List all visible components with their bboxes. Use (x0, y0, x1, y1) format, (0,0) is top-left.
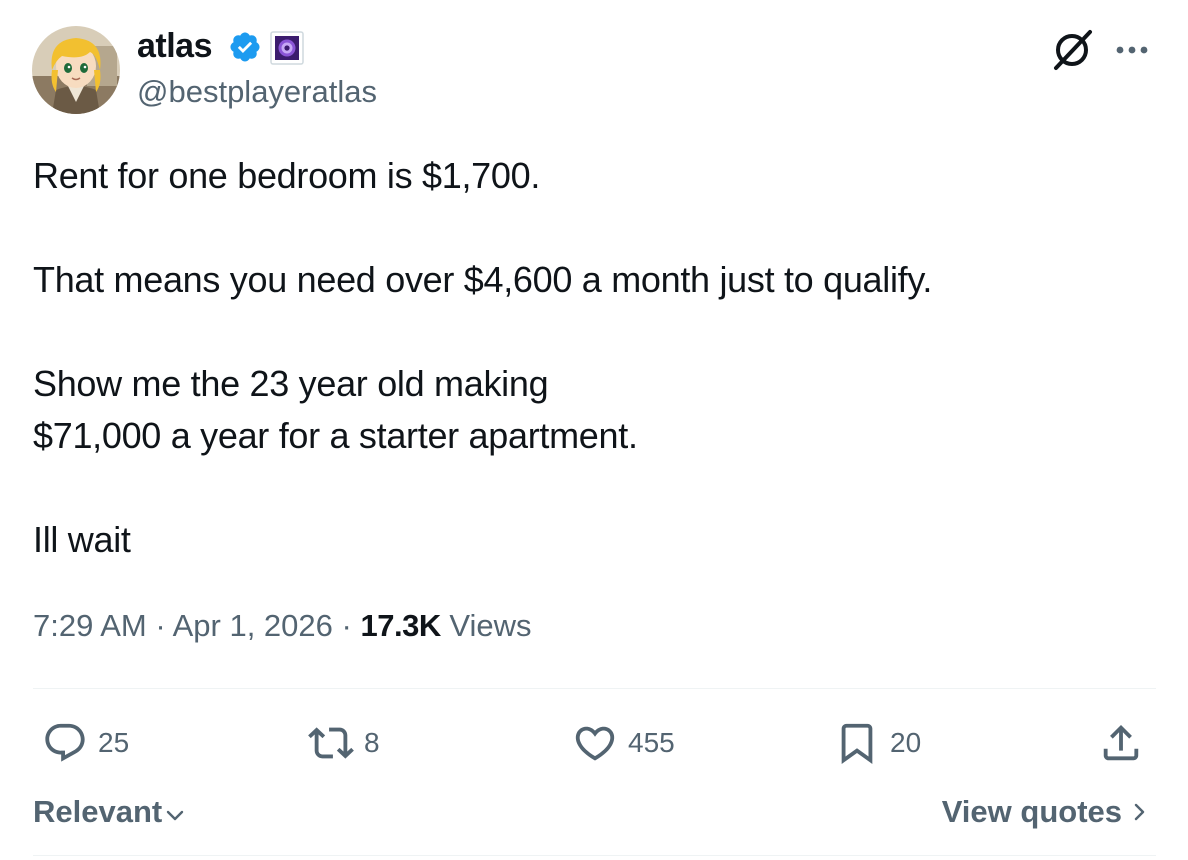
share-icon (1103, 724, 1139, 761)
tweet-paragraph: Show me the 23 year old making (33, 363, 549, 404)
bookmark-icon (841, 723, 873, 764)
author-handle[interactable]: @bestplayeratlas (137, 74, 377, 110)
divider (33, 688, 1156, 689)
like-button[interactable]: 455 (572, 718, 675, 768)
tweet-paragraph: Rent for one bedroom is $1,700. (33, 155, 541, 196)
chevron-down-icon (167, 810, 184, 821)
chevron-right-icon (1134, 803, 1145, 821)
view-quotes-link[interactable]: View quotes (942, 790, 1150, 834)
affiliate-badge-icon[interactable] (270, 31, 304, 65)
tweet-meta: 7:29 AM · Apr 1, 2026 · 17.3K Views (33, 604, 531, 648)
like-count: 455 (628, 727, 675, 758)
views-count[interactable]: 17.3K (360, 608, 441, 643)
share-button[interactable] (1098, 718, 1144, 768)
reply-button[interactable]: 25 (42, 718, 129, 768)
tweet-date[interactable]: Apr 1, 2026 (173, 608, 333, 643)
repost-icon (308, 727, 354, 759)
author-display-name[interactable]: atlas (137, 26, 213, 66)
verified-badge-icon[interactable] (228, 30, 262, 64)
meta-separator: · (341, 608, 352, 643)
views-label[interactable]: Views (449, 608, 531, 643)
tweet-text: Rent for one bedroom is $1,700. That mea… (33, 150, 1153, 566)
bookmark-button[interactable]: 20 (834, 718, 921, 768)
grok-icon[interactable] (1050, 28, 1094, 72)
tweet-paragraph: That means you need over $4,600 a month … (33, 259, 933, 300)
sort-replies-button[interactable]: Relevant (33, 790, 186, 834)
divider (33, 855, 1156, 856)
reply-count: 25 (98, 727, 130, 758)
avatar[interactable] (32, 26, 120, 114)
meta-separator: · (155, 608, 166, 643)
avatar-image (32, 26, 120, 114)
repost-button[interactable]: 8 (308, 718, 380, 768)
tweet-paragraph: $71,000 a year for a starter apartment. (33, 415, 638, 456)
tweet-paragraph: Ill wait (33, 519, 131, 560)
more-options-icon[interactable] (1110, 30, 1154, 70)
heart-icon (575, 726, 615, 761)
reply-icon (45, 723, 85, 762)
bookmark-count: 20 (890, 727, 922, 758)
sort-label: Relevant (33, 794, 163, 829)
repost-count: 8 (364, 727, 380, 758)
view-quotes-label: View quotes (941, 794, 1122, 829)
tweet-time[interactable]: 7:29 AM (33, 608, 147, 643)
